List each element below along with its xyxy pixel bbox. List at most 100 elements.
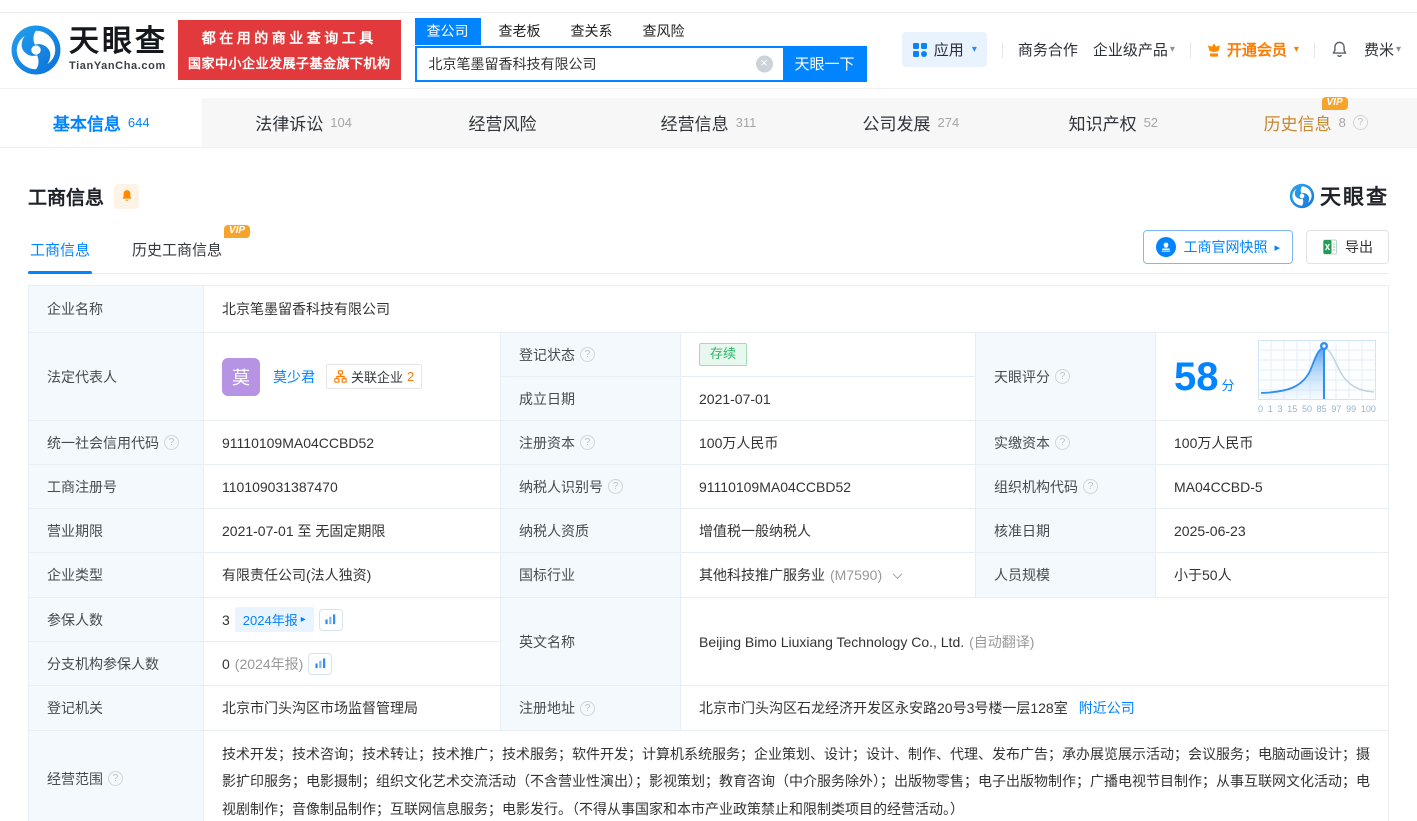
tab-company-development[interactable]: 公司发展 274 xyxy=(810,98,1012,147)
legal-rep-name-link[interactable]: 莫少君 xyxy=(273,367,315,387)
field-value-insured-count: 3 2024年报 xyxy=(204,598,501,642)
help-icon[interactable] xyxy=(1083,479,1098,494)
nav-divider xyxy=(1001,41,1003,58)
watermark-logo: 天眼查 xyxy=(1289,181,1389,211)
username: 费米 xyxy=(1363,42,1394,59)
field-value-score: 58 分 0 1 3 15 50 85 97 99 100 xyxy=(1156,333,1389,421)
field-label-establish-date: 成立日期 xyxy=(501,377,681,421)
chevron-down-icon xyxy=(972,44,977,55)
stamp-icon xyxy=(1156,237,1177,257)
help-icon[interactable] xyxy=(1352,115,1368,130)
search-tab-company[interactable]: 查公司 xyxy=(414,17,481,45)
chevron-down-icon[interactable] xyxy=(892,568,903,579)
snapshot-button[interactable]: 工商官网快照 xyxy=(1143,230,1293,264)
field-label-taxpayer-quality: 纳税人资质 xyxy=(501,509,681,553)
help-icon[interactable] xyxy=(1055,369,1070,384)
help-icon[interactable] xyxy=(580,435,595,450)
score-distribution-chart: 0 1 3 15 50 85 97 99 100 xyxy=(1258,339,1376,414)
nav-divider xyxy=(1313,41,1315,58)
site-header: 天眼查 TianYanCha.com 都在用的商业查询工具 国家中小企业发展子基… xyxy=(0,13,1417,89)
branch-insured-trend-chart-button[interactable] xyxy=(308,652,333,675)
tab-history-info[interactable]: 历史信息 VIP 8 xyxy=(1215,97,1417,147)
field-label-taxpayer-id: 纳税人识别号 xyxy=(501,465,681,509)
field-value-reg-status: 存续 xyxy=(681,333,976,377)
search-tab-relation[interactable]: 查关系 xyxy=(559,18,625,45)
help-icon[interactable] xyxy=(608,479,623,494)
field-value-establish-date: 2021-07-01 xyxy=(681,377,976,421)
field-label-company-name: 企业名称 xyxy=(29,286,204,333)
help-icon[interactable] xyxy=(580,700,595,716)
field-value-taxpayer-id: 91110109MA04CCBD52 xyxy=(681,465,976,509)
field-label-insured-count: 参保人数 xyxy=(29,598,204,642)
search-tab-risk[interactable]: 查风险 xyxy=(631,18,697,45)
tab-basic-info[interactable]: 基本信息 644 xyxy=(0,98,203,147)
tab-legal-litigation[interactable]: 法律诉讼 104 xyxy=(202,98,404,147)
field-label-reg-number: 工商注册号 xyxy=(29,465,204,509)
field-label-reg-address: 注册地址 xyxy=(501,686,681,731)
auto-translate-note: (自动翻译) xyxy=(969,633,1035,650)
tab-business-info[interactable]: 经营信息 311 xyxy=(607,98,809,147)
nearby-companies-link[interactable]: 附近公司 xyxy=(1079,698,1135,718)
insured-trend-chart-button[interactable] xyxy=(318,608,343,631)
field-value-credit-code: 91110109MA04CCBD52 xyxy=(204,421,501,465)
field-label-credit-code: 统一社会信用代码 xyxy=(29,421,204,465)
subtab-business-info[interactable]: 工商信息 xyxy=(28,227,93,274)
apps-grid-icon xyxy=(912,42,927,57)
field-label-org-code: 组织机构代码 xyxy=(976,465,1156,509)
field-value-company-type: 有限责任公司(法人独资) xyxy=(204,553,501,598)
vip-badge: VIP xyxy=(223,225,251,238)
apps-menu[interactable]: 应用 xyxy=(901,32,987,67)
tab-intellectual-property[interactable]: 知识产权 52 xyxy=(1012,98,1214,147)
field-label-business-term: 营业期限 xyxy=(29,509,204,553)
field-value-reg-capital: 100万人民币 xyxy=(681,421,976,465)
apps-label: 应用 xyxy=(933,42,964,59)
field-label-reg-capital: 注册资本 xyxy=(501,421,681,465)
nav-cooperation[interactable]: 商务合作 xyxy=(1018,39,1078,60)
vip-upgrade-menu[interactable]: 开通会员 xyxy=(1206,39,1299,60)
field-value-staff-size: 小于50人 xyxy=(1156,553,1389,598)
field-value-industry: 其他科技推广服务业 (M7590) xyxy=(681,553,976,598)
promo-line2: 国家中小企业发展子基金旗下机构 xyxy=(188,55,391,71)
score-unit: 分 xyxy=(1221,377,1235,393)
field-value-business-scope: 技术开发；技术咨询；技术转让；技术推广；技术服务；软件开发；计算机系统服务；企业… xyxy=(204,731,1389,821)
help-icon[interactable] xyxy=(108,771,123,786)
related-companies-tag[interactable]: 关联企业 2 xyxy=(326,364,423,389)
help-icon[interactable] xyxy=(580,347,595,362)
annual-report-link[interactable]: 2024年报 xyxy=(234,607,314,632)
section-title: 工商信息 xyxy=(28,187,105,209)
score-axis-labels: 0 1 3 15 50 85 97 99 100 xyxy=(1258,403,1376,414)
field-label-english-name: 英文名称 xyxy=(501,598,681,686)
business-info-table: 企业名称 北京笔墨留香科技有限公司 法定代表人 莫 莫少君 关联企业 2 登记状态… xyxy=(28,285,1389,821)
tianyancha-watermark-icon xyxy=(1289,183,1315,209)
chevron-down-icon xyxy=(1396,44,1401,55)
section-subtabs: 工商信息 历史工商信息 VIP 工商官网快照 ▸ 导出 xyxy=(28,225,1389,274)
monitor-bell-icon[interactable] xyxy=(114,183,140,209)
tianyancha-logo[interactable]: 天眼查 TianYanCha.com xyxy=(10,24,168,76)
search-button[interactable]: 天眼一下 xyxy=(782,45,867,82)
clear-icon[interactable] xyxy=(755,55,773,72)
user-menu[interactable]: 费米 xyxy=(1364,39,1401,60)
bar-chart-icon xyxy=(325,614,336,625)
nav-enterprise[interactable]: 企业级产品 xyxy=(1093,39,1175,60)
vip-badge: VIP xyxy=(1321,97,1348,110)
bar-chart-icon xyxy=(315,658,326,669)
field-label-reg-authority: 登记机关 xyxy=(29,686,204,731)
field-value-company-name: 北京笔墨留香科技有限公司 xyxy=(204,286,1389,333)
notification-bell-icon[interactable] xyxy=(1330,40,1349,59)
field-label-company-type: 企业类型 xyxy=(29,553,204,598)
help-icon[interactable] xyxy=(1055,435,1070,450)
tab-operation-risk[interactable]: 经营风险 xyxy=(405,98,607,147)
field-value-reg-number: 110109031387470 xyxy=(204,465,501,509)
export-button[interactable]: 导出 xyxy=(1306,230,1389,264)
search-input[interactable] xyxy=(414,45,783,82)
subtab-history-business-info[interactable]: 历史工商信息 VIP xyxy=(130,225,251,273)
promo-banner: 都在用的商业查询工具 国家中小企业发展子基金旗下机构 xyxy=(178,19,401,80)
crown-icon xyxy=(1207,42,1220,57)
legal-rep-avatar[interactable]: 莫 xyxy=(222,357,260,396)
chevron-down-icon xyxy=(1170,44,1175,55)
help-icon[interactable] xyxy=(164,435,179,450)
org-chart-icon xyxy=(334,370,347,383)
search-tab-boss[interactable]: 查老板 xyxy=(487,18,553,45)
arrow-right-icon xyxy=(1274,241,1280,254)
field-value-approval-date: 2025-06-23 xyxy=(1156,509,1389,553)
